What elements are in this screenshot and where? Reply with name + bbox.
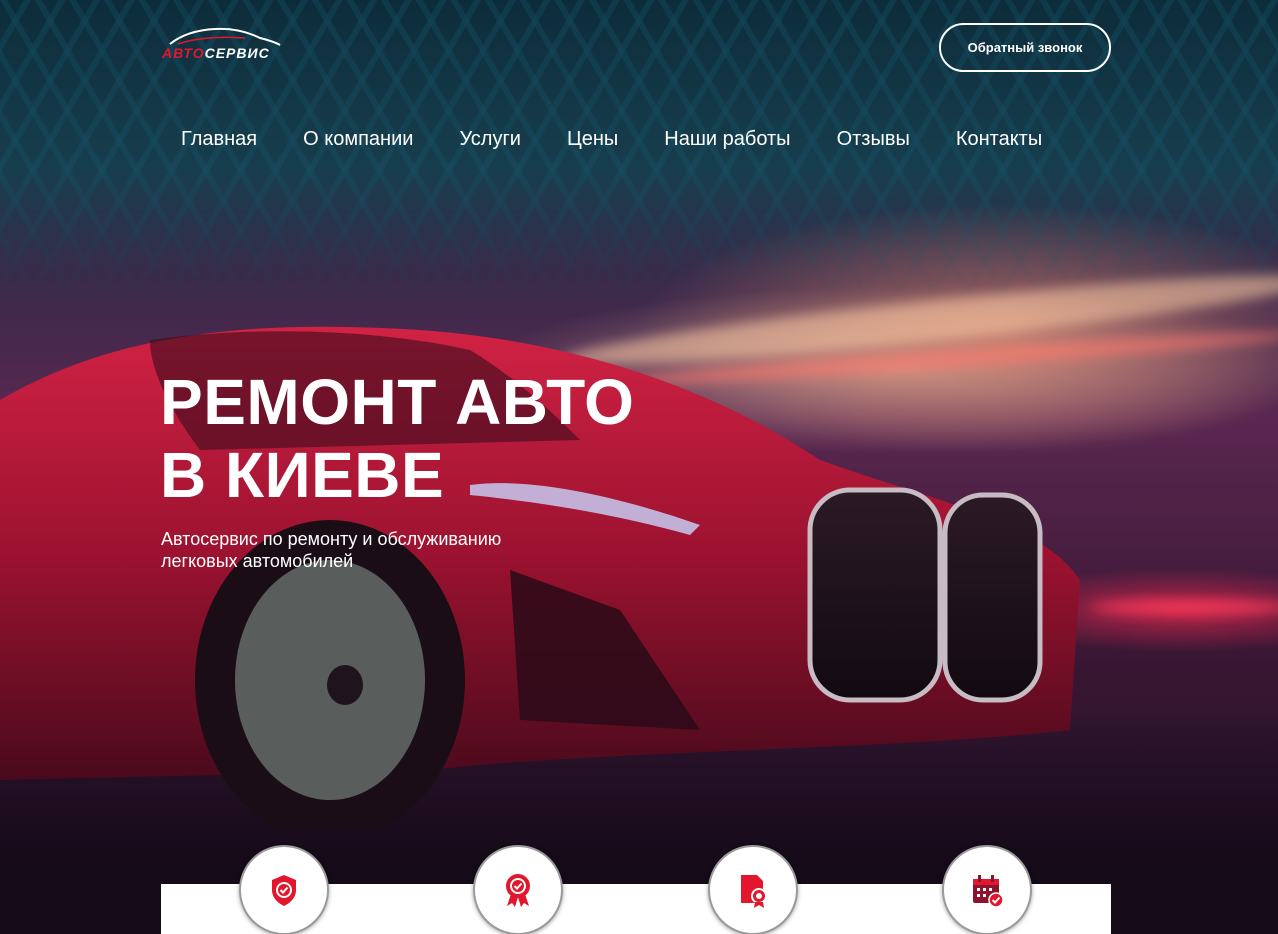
nav-item-contacts[interactable]: Контакты <box>956 128 1042 151</box>
hero-title-line2: В КИЕВЕ <box>160 439 445 511</box>
hero-subtitle: Автосервис по ремонту и обслуживанию лег… <box>161 529 502 571</box>
feature-badge-quality <box>473 845 563 934</box>
feature-badge-guarantee <box>239 845 329 934</box>
nav-item-about[interactable]: О компании <box>303 128 413 151</box>
document-certificate-icon <box>741 875 767 908</box>
nav-item-works[interactable]: Наши работы <box>664 128 790 151</box>
award-ribbon-icon <box>506 874 530 907</box>
light-streak <box>1090 600 1278 614</box>
shield-check-icon <box>272 875 296 906</box>
logo[interactable]: АВТОСЕРВИС <box>160 24 285 64</box>
hero-title: РЕМОНТ АВТО В КИЕВЕ <box>160 366 634 512</box>
nav-item-prices[interactable]: Цены <box>567 128 618 151</box>
nav-item-home[interactable]: Главная <box>181 128 257 151</box>
main-nav: Главная О компании Услуги Цены Наши рабо… <box>181 128 1042 151</box>
callback-button[interactable]: Обратный звонок <box>939 23 1111 72</box>
nav-item-services[interactable]: Услуги <box>459 128 521 151</box>
nav-item-reviews[interactable]: Отзывы <box>837 128 910 151</box>
hero-title-line1: РЕМОНТ АВТО <box>160 366 635 438</box>
feature-badge-schedule <box>942 845 1032 934</box>
feature-badge-certificate <box>708 845 798 934</box>
logo-text: АВТОСЕРВИС <box>162 45 270 61</box>
calendar-check-icon <box>973 875 1004 908</box>
